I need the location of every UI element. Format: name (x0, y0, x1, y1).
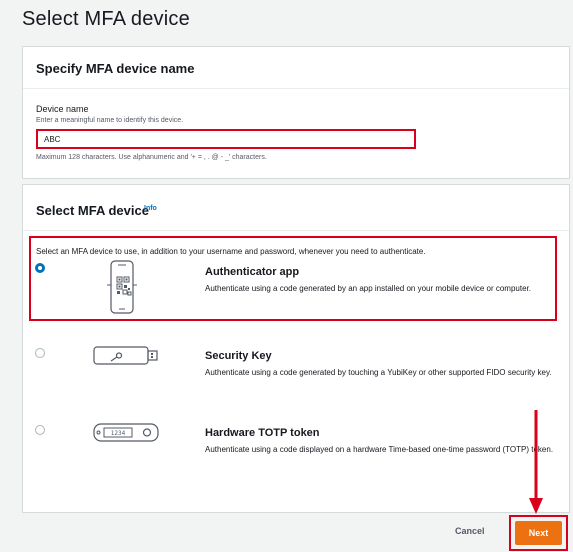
radio-security-key[interactable] (35, 348, 45, 358)
info-link[interactable]: Info (144, 205, 157, 212)
phone-qr-icon (93, 259, 153, 322)
mfa-page: Select MFA device Specify MFA device nam… (0, 0, 573, 552)
option-description: Authenticate using a code generated by t… (205, 368, 552, 377)
device-name-hint: Maximum 128 characters. Use alphanumeric… (36, 154, 267, 161)
page-title: Select MFA device (22, 8, 190, 30)
cancel-button[interactable]: Cancel (455, 526, 485, 536)
panel-header: Specify MFA device name (23, 47, 569, 89)
option-authenticator-app[interactable]: Authenticator app Authenticate using a c… (23, 259, 569, 329)
annotation-arrow-icon (526, 408, 546, 521)
svg-text:1234: 1234 (111, 430, 126, 437)
option-hardware-totp[interactable]: 1234 Hardware TOTP token Authenticate us… (23, 423, 569, 493)
panel-title: Specify MFA device name (36, 61, 195, 76)
device-name-input[interactable] (36, 129, 416, 149)
mfa-device-panel: Select MFA device Info Select an MFA dev… (22, 184, 570, 513)
next-button[interactable]: Next (515, 521, 562, 545)
instruction-text: Select an MFA device to use, in addition… (36, 247, 426, 256)
panel-title: Select MFA device (36, 203, 149, 218)
option-title: Hardware TOTP token (205, 427, 320, 439)
radio-authenticator-app[interactable] (35, 263, 45, 273)
panel-header: Select MFA device Info (23, 185, 569, 231)
option-security-key[interactable]: Security Key Authenticate using a code g… (23, 343, 569, 413)
option-description: Authenticate using a code generated by a… (205, 284, 531, 293)
device-name-panel: Specify MFA device name Device name Ente… (22, 46, 570, 179)
radio-hardware-totp[interactable] (35, 425, 45, 435)
totp-token-icon: 1234 (93, 423, 161, 448)
option-title: Security Key (205, 350, 272, 362)
option-title: Authenticator app (205, 266, 300, 278)
device-name-label: Device name (36, 104, 89, 114)
option-description: Authenticate using a code displayed on a… (205, 445, 554, 454)
usb-key-icon (93, 345, 159, 372)
device-name-description: Enter a meaningful name to identify this… (36, 117, 184, 124)
